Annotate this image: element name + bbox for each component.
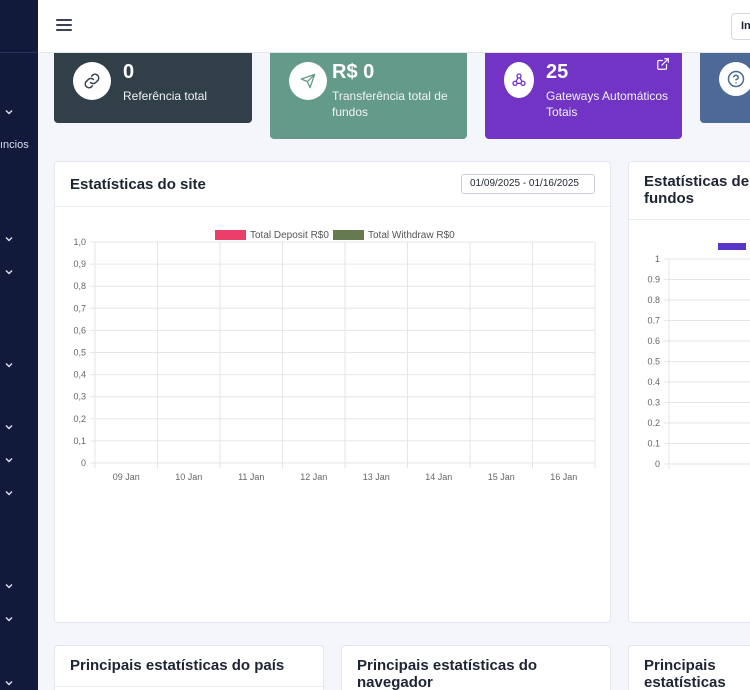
chevron-down-icon[interactable] [4, 234, 14, 244]
stat-card-gateways[interactable]: 25 Gateways Automáticos Totais [485, 53, 682, 139]
stat-card-referral: 0 Referência total [54, 53, 252, 123]
y-tick-label: 0.4 [647, 377, 660, 387]
y-tick-label: 0,2 [73, 414, 86, 424]
sidebar-logo-area [0, 0, 38, 53]
y-tick-label: 0,4 [73, 370, 86, 380]
y-tick-label: 0.3 [647, 398, 660, 408]
site-stats-chart: Total Deposit R$0 Total Withdraw R$0 0 0,1 0… [73, 230, 596, 482]
card-title: Estatísticas do site [70, 176, 206, 193]
sidebar: ıncios [0, 0, 38, 690]
x-tick-label: 11 Jan [238, 472, 264, 482]
chevron-down-icon[interactable] [4, 581, 14, 591]
stat-card-support [700, 53, 750, 123]
link-icon [73, 62, 111, 100]
browser-stats-card: Principais estatísticas do navegador [341, 645, 611, 690]
y-tick-label: 0,8 [73, 281, 86, 291]
fund-stats-chart: 0 0.1 0.2 0.3 0.4 0.5 0.6 0.7 0.8 0.9 1 [647, 243, 750, 469]
chevron-down-icon[interactable] [4, 678, 14, 688]
external-link-icon[interactable] [656, 57, 670, 76]
y-tick-label: 0.8 [647, 295, 660, 305]
y-tick-label: 0,5 [73, 348, 86, 358]
x-tick-label: 16 Jan [550, 472, 577, 482]
stat-label: Transferência total de fundos [332, 89, 448, 119]
y-tick-label: 0.5 [647, 357, 660, 367]
card-title: Principais estatísticas do país [70, 657, 285, 674]
x-tick-label: 12 Jan [300, 472, 327, 482]
card-title: Principais estatísticas operacional [644, 657, 726, 690]
y-tick-label: 0,1 [73, 436, 86, 446]
legend-label: Total Deposit R$0 [250, 230, 329, 241]
chevron-down-icon[interactable] [4, 455, 14, 465]
y-tick-label: 0.9 [647, 275, 660, 285]
x-tick-label: 09 Jan [113, 472, 140, 482]
y-tick-label: 0 [655, 459, 660, 469]
top-bar: In [38, 0, 750, 53]
stat-value: 25 [546, 61, 569, 83]
topbar-button[interactable]: In [731, 13, 750, 40]
site-stats-card: Estatísticas do site 01/09/2025 - 01/16/… [54, 161, 612, 623]
y-tick-label: 1,0 [73, 237, 86, 247]
y-tick-label: 0 [81, 458, 86, 468]
chevron-down-icon[interactable] [4, 488, 14, 498]
fund-stats-card: Estatísticas de fundos 0 0.1 0.2 0.3 0.4 0.5 0… [628, 161, 750, 623]
chevron-down-icon[interactable] [4, 422, 14, 432]
help-icon [719, 62, 750, 96]
chevron-down-icon[interactable] [4, 107, 14, 117]
chevron-down-icon[interactable] [4, 614, 14, 624]
x-tick-label: 15 Jan [488, 472, 515, 482]
y-tick-label: 0,6 [73, 325, 86, 335]
y-tick-label: 0,9 [73, 259, 86, 269]
y-tick-label: 0.6 [647, 336, 660, 346]
send-icon [289, 62, 327, 100]
y-tick-label: 0.1 [647, 439, 660, 449]
y-tick-label: 0.7 [647, 316, 660, 326]
os-stats-card: Principais estatísticas operacional [628, 645, 750, 690]
y-tick-label: 0,3 [73, 392, 86, 402]
stat-card-transfer: R$ 0 Transferência total de fundos [270, 53, 467, 139]
chevron-down-icon[interactable] [4, 267, 14, 277]
stat-label: Gateways Automáticos Totais [546, 89, 669, 119]
y-tick-label: 0.2 [647, 418, 660, 428]
card-title: Principais estatísticas do navegador [357, 657, 538, 690]
x-tick-label: 13 Jan [363, 472, 390, 482]
sidebar-item-label[interactable]: ıncios [0, 139, 29, 151]
x-tick-label: 14 Jan [425, 472, 452, 482]
webhook-icon [504, 62, 534, 98]
stat-value: 0 [123, 61, 135, 83]
date-range-picker[interactable]: 01/09/2025 - 01/16/2025 [461, 174, 595, 194]
y-tick-label: 1 [655, 254, 660, 264]
menu-icon[interactable] [56, 19, 72, 33]
x-tick-label: 10 Jan [175, 472, 202, 482]
card-title: Estatísticas de fundos [644, 173, 750, 207]
country-stats-card: Principais estatísticas do país [54, 645, 325, 690]
legend-swatch [718, 243, 746, 250]
stat-value: R$ 0 [332, 61, 375, 83]
legend-swatch [215, 230, 246, 240]
chevron-down-icon[interactable] [4, 360, 14, 370]
y-tick-label: 0,7 [73, 303, 86, 313]
legend-label: Total Withdraw R$0 [368, 230, 455, 241]
stat-label: Referência total [123, 89, 208, 103]
legend-swatch [333, 230, 364, 240]
